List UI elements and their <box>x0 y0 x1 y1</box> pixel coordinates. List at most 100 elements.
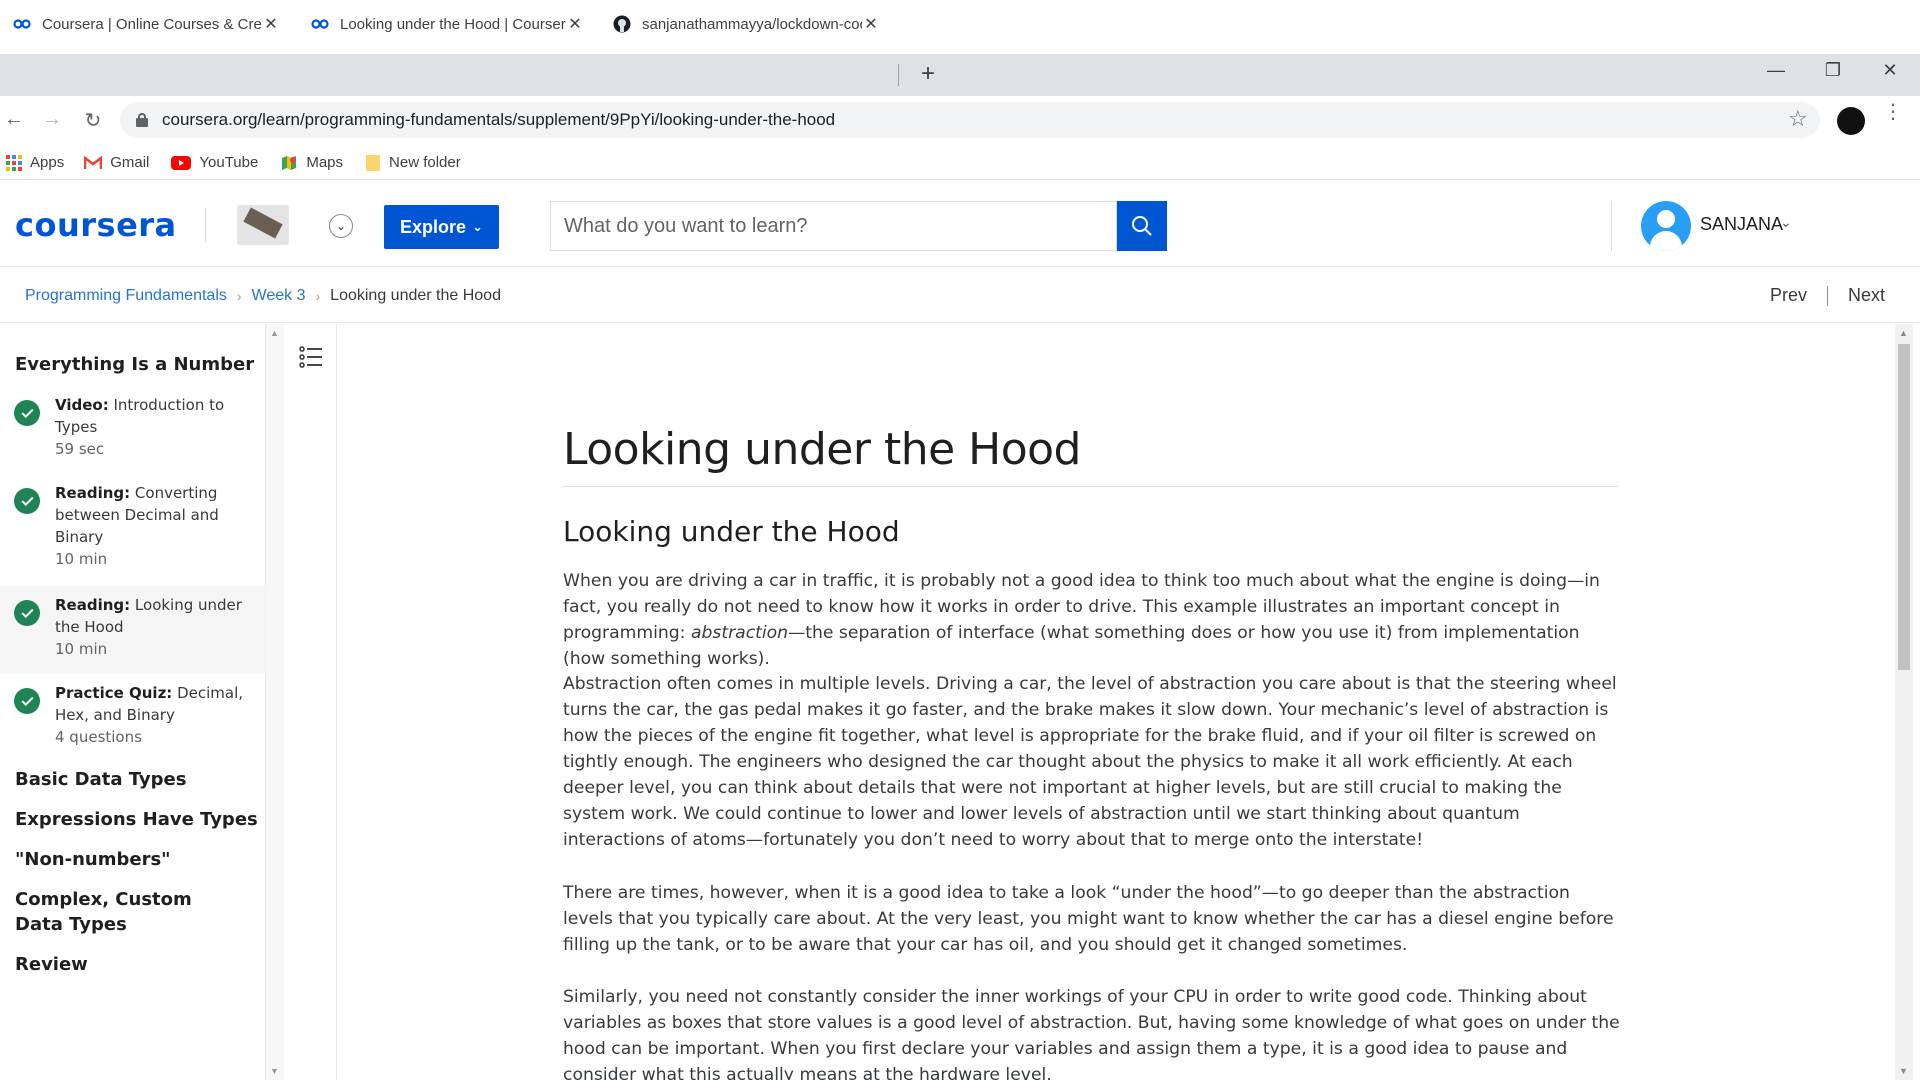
youtube-icon <box>171 155 192 170</box>
prev-next-nav: Prev Next <box>1770 285 1885 306</box>
chevron-down-icon[interactable]: ⌄ <box>1780 214 1792 231</box>
gmail-icon <box>84 155 103 170</box>
new-tab-button[interactable]: + <box>915 62 941 88</box>
close-tab-icon[interactable]: ✕ <box>566 14 584 34</box>
sidebar-item-decimal-binary[interactable]: Reading: Converting between Decimal and … <box>0 478 266 586</box>
explore-button[interactable]: Explore ⌄ <box>384 205 499 249</box>
reload-button[interactable]: ↻ <box>81 108 105 133</box>
tab-divider <box>898 64 899 86</box>
bookmark-label: YouTube <box>199 154 259 171</box>
content-scrollbar[interactable]: ▲ ▼ <box>1895 324 1913 1080</box>
bookmarks-bar: Apps Gmail YouTube Maps New folder <box>0 146 1920 180</box>
prev-button[interactable]: Prev <box>1770 285 1807 306</box>
sidebar-item-under-hood[interactable]: Reading: Looking under the Hood 10 min <box>0 586 266 674</box>
chevron-down-icon: ⌄ <box>472 219 483 234</box>
sidebar-item-duration: 10 min <box>55 640 108 658</box>
next-button[interactable]: Next <box>1848 285 1885 306</box>
course-sidebar: Everything Is a Number Video: Introducti… <box>0 324 266 1080</box>
restore-button[interactable]: ❐ <box>1818 60 1848 81</box>
sidebar-item-duration: 10 min <box>55 550 108 568</box>
sidebar-item-duration: 59 sec <box>55 440 105 458</box>
close-tab-icon[interactable]: ✕ <box>862 14 880 34</box>
sidebar-item-intro-types[interactable]: Video: Introduction to Types 59 sec <box>0 392 266 476</box>
bookmark-label: Gmail <box>110 154 150 171</box>
tab-coursera-home[interactable]: Coursera | Online Courses & Credentials … <box>0 6 292 42</box>
profile-avatar[interactable] <box>1837 107 1865 135</box>
check-circle-icon <box>14 488 40 514</box>
sidebar-module-review[interactable]: Review <box>15 952 88 977</box>
sidebar-module-complex-types[interactable]: Complex, Custom Data Types <box>15 887 245 937</box>
sidebar-item-duration: 4 questions <box>55 728 142 746</box>
bookmark-label: Maps <box>306 154 344 171</box>
coursera-icon <box>310 16 330 32</box>
paragraph-4: Similarly, you need not constantly consi… <box>563 987 1620 1080</box>
bookmark-gmail[interactable]: Gmail <box>84 154 149 171</box>
sidebar-item-label: Reading: Converting between Decimal and … <box>55 484 219 546</box>
bookmark-star-icon[interactable]: ☆ <box>1788 106 1808 132</box>
sidebar-module-expressions[interactable]: Expressions Have Types <box>15 807 258 832</box>
tab-title: sanjanathammayya/lockdown-coding <box>642 15 862 33</box>
list-icon[interactable] <box>298 344 324 370</box>
search-icon <box>1132 216 1152 236</box>
user-avatar[interactable] <box>1641 201 1691 251</box>
search-button[interactable] <box>1117 201 1167 251</box>
bookmark-label: Apps <box>30 154 65 171</box>
tab-title: Coursera | Online Courses & Credentials <box>42 15 262 33</box>
title-divider <box>563 486 1618 487</box>
breadcrumb-course[interactable]: Programming Fundamentals <box>25 287 227 305</box>
tab-github[interactable]: sanjanathammayya/lockdown-coding ✕ <box>600 6 892 42</box>
bookmark-apps[interactable]: Apps <box>6 154 64 171</box>
sidebar-item-label: Practice Quiz: Decimal, Hex, and Binary <box>55 684 244 724</box>
scroll-down-icon[interactable]: ▼ <box>1899 1066 1908 1076</box>
bookmark-youtube[interactable]: YouTube <box>171 154 258 171</box>
sidebar-item-practice-quiz[interactable]: Practice Quiz: Decimal, Hex, and Binary … <box>0 674 266 764</box>
tab-title: Looking under the Hood | Coursera <box>340 15 566 33</box>
folder-icon <box>365 154 381 172</box>
apps-grid-icon <box>6 154 22 171</box>
paragraph-1: When you are driving a car in traffic, i… <box>563 571 1600 669</box>
check-circle-icon <box>14 600 40 626</box>
minimize-button[interactable]: — <box>1761 60 1791 81</box>
section-heading: Looking under the Hood <box>563 515 900 548</box>
close-window-button[interactable]: ✕ <box>1875 60 1905 81</box>
scroll-down-icon[interactable]: ▼ <box>270 1066 279 1076</box>
course-thumbnail[interactable] <box>237 205 289 245</box>
chevron-right-icon: › <box>236 288 242 304</box>
header-divider <box>1611 201 1612 251</box>
check-circle-icon <box>14 400 40 426</box>
bookmark-maps[interactable]: Maps <box>280 154 343 172</box>
tab-strip <box>0 54 1920 96</box>
paragraph-2: Abstraction often comes in multiple leve… <box>563 674 1617 850</box>
breadcrumb: Programming Fundamentals › Week 3 › Look… <box>25 287 501 305</box>
sidebar-section-title[interactable]: Everything Is a Number <box>15 352 254 377</box>
bookmark-new-folder[interactable]: New folder <box>365 154 461 172</box>
coursera-logo[interactable]: coursera <box>15 206 177 244</box>
breadcrumb-week[interactable]: Week 3 <box>252 287 306 305</box>
content-toolstrip <box>287 324 337 1080</box>
lock-icon <box>136 113 148 127</box>
user-name[interactable]: SANJANA <box>1700 214 1783 235</box>
header-divider <box>205 208 206 242</box>
forward-button[interactable]: → <box>40 108 64 131</box>
sidebar-scrollbar[interactable]: ▲ ▼ <box>266 324 284 1080</box>
scroll-up-icon[interactable]: ▲ <box>1899 328 1908 338</box>
scrollbar-thumb[interactable] <box>1898 344 1910 670</box>
menu-kebab-icon[interactable]: ⋮ <box>1883 102 1903 122</box>
tab-looking-under-hood[interactable]: Looking under the Hood | Coursera ✕ <box>298 6 596 42</box>
search-input[interactable]: What do you want to learn? <box>550 201 1117 251</box>
sidebar-module-non-numbers[interactable]: "Non-numbers" <box>15 847 171 872</box>
back-button[interactable]: ← <box>2 108 26 131</box>
scroll-up-icon[interactable]: ▲ <box>270 328 279 338</box>
chevron-right-icon: › <box>315 288 321 304</box>
close-tab-icon[interactable]: ✕ <box>262 14 280 34</box>
explore-label: Explore <box>400 216 467 237</box>
bookmark-label: New folder <box>389 154 461 171</box>
breadcrumb-current: Looking under the Hood <box>330 287 501 304</box>
paragraph-3: There are times, however, when it is a g… <box>563 883 1614 955</box>
chevron-down-icon[interactable]: ⌄ <box>329 214 353 238</box>
sidebar-module-basic-data-types[interactable]: Basic Data Types <box>15 767 186 792</box>
url-text: coursera.org/learn/programming-fundament… <box>162 110 836 129</box>
address-bar[interactable]: coursera.org/learn/programming-fundament… <box>120 102 1820 138</box>
nav-divider <box>1827 285 1829 306</box>
sidebar-item-label: Reading: Looking under the Hood <box>55 596 242 636</box>
